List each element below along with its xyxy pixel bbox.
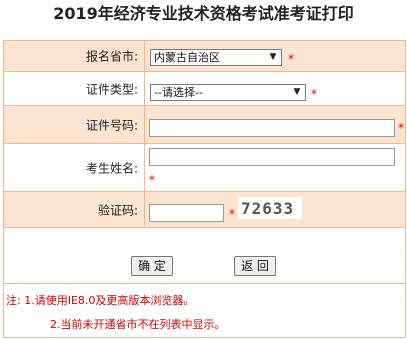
id-type-label-cell: 证件类型: [4, 72, 145, 105]
name-required-mark: * [149, 173, 155, 187]
id-type-required-mark: * [311, 87, 317, 101]
province-select[interactable]: 内蒙古自治区 ▼ [150, 49, 282, 66]
note-line-1: 注: 1.请使用IE8.0及更高版本浏览器。 [6, 294, 195, 307]
page-title: 2019年经济专业技术资格考试准考证打印 [53, 4, 354, 23]
captcha-required-mark: * [229, 207, 235, 221]
chevron-down-icon: ▼ [289, 85, 305, 100]
province-select-value: 内蒙古自治区 [154, 51, 220, 64]
row-captcha: 验证码: * 72633 [4, 192, 405, 228]
name-label: 考生姓名: [85, 161, 138, 175]
chevron-down-icon: ▼ [265, 50, 281, 65]
captcha-image[interactable]: 72633 [238, 197, 302, 219]
note-line-2: 2.当前未开通省市不在列表中显示。 [50, 318, 226, 331]
id-number-label-cell: 证件号码: [4, 106, 145, 143]
id-type-select-value: --请选择-- [154, 86, 203, 99]
id-number-label: 证件号码: [85, 118, 138, 132]
notes-area: 注: 1.请使用IE8.0及更高版本浏览器。 2.当前未开通省市不在列表中显示。 [4, 283, 405, 338]
id-number-required-mark: * [398, 121, 404, 135]
id-type-label: 证件类型: [85, 82, 138, 96]
captcha-input[interactable] [149, 204, 224, 222]
row-province: 报名省市: 内蒙古自治区 ▼ * [4, 41, 405, 72]
confirm-button[interactable]: 确 定 [131, 256, 173, 276]
row-id-number: 证件号码: * [4, 106, 405, 144]
row-id-type: 证件类型: --请选择-- ▼ * [4, 72, 405, 106]
id-type-select[interactable]: --请选择-- ▼ [150, 84, 306, 101]
province-label: 报名省市: [85, 49, 138, 64]
province-required-mark: * [288, 52, 294, 66]
row-buttons: 确 定 返 回 [4, 228, 405, 283]
back-button[interactable]: 返 回 [234, 256, 276, 276]
name-input[interactable] [149, 148, 395, 166]
id-number-input[interactable] [149, 119, 395, 137]
captcha-code: 72633 [241, 199, 295, 218]
name-label-cell: 考生姓名: [4, 144, 145, 191]
captcha-label-cell: 验证码: [4, 192, 145, 227]
captcha-label: 验证码: [97, 203, 138, 217]
province-label-cell: 报名省市: [4, 41, 145, 71]
admission-ticket-form: 报名省市: 内蒙古自治区 ▼ * 证件类型: --请选择-- ▼ * 证件号码:… [3, 40, 406, 338]
row-name: 考生姓名: * [4, 144, 405, 192]
